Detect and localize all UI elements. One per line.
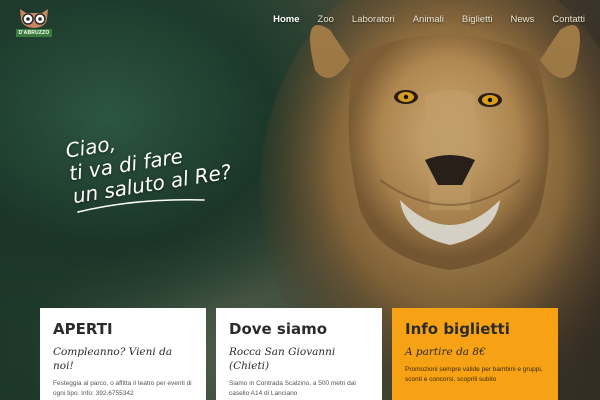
nav-item-home[interactable]: Home [264,14,308,25]
card-subtitle: Compleanno? Vieni da noi! [53,346,173,372]
owl-logo-icon [20,9,48,28]
card-location[interactable]: Dove siamo Rocca San Giovanni (Chieti) S… [216,308,382,400]
card-subtitle: A partire da 8€ [405,346,486,358]
tagline-underline-icon [77,198,205,213]
main-menu: Home Zoo Laboratori Animali Biglietti Ne… [264,14,594,25]
nav-item-laboratori[interactable]: Laboratori [343,14,404,25]
nav-item-biglietti[interactable]: Biglietti [453,14,502,25]
nav-item-contatti[interactable]: Contatti [543,14,594,25]
card-opening[interactable]: APERTI Compleanno? Vieni da noi! Festegg… [40,308,206,400]
zoo-logo[interactable]: D'ABRUZZO [16,7,52,37]
card-text: Promozioni sempre valide per bambini e g… [405,366,543,383]
card-tickets[interactable]: Info biglietti A partire da 8€ Promozion… [392,308,558,400]
card-text: Festeggia al parco, o affitta il teatro … [53,380,192,397]
top-navigation-bar: D'ABRUZZO Home Zoo Laboratori Animali Bi… [0,0,600,42]
card-title: Info biglietti [405,320,510,338]
card-text: Siamo in Contrada Scalzino, a 500 metri … [229,380,356,397]
card-title: Dove siamo [229,320,328,338]
nav-item-zoo[interactable]: Zoo [309,14,343,25]
card-title: APERTI [53,320,113,338]
card-subtitle: Rocca San Giovanni (Chieti) [229,346,336,372]
nav-item-news[interactable]: News [501,14,543,25]
nav-item-animali[interactable]: Animali [404,14,453,25]
logo-text: D'ABRUZZO [16,29,52,37]
